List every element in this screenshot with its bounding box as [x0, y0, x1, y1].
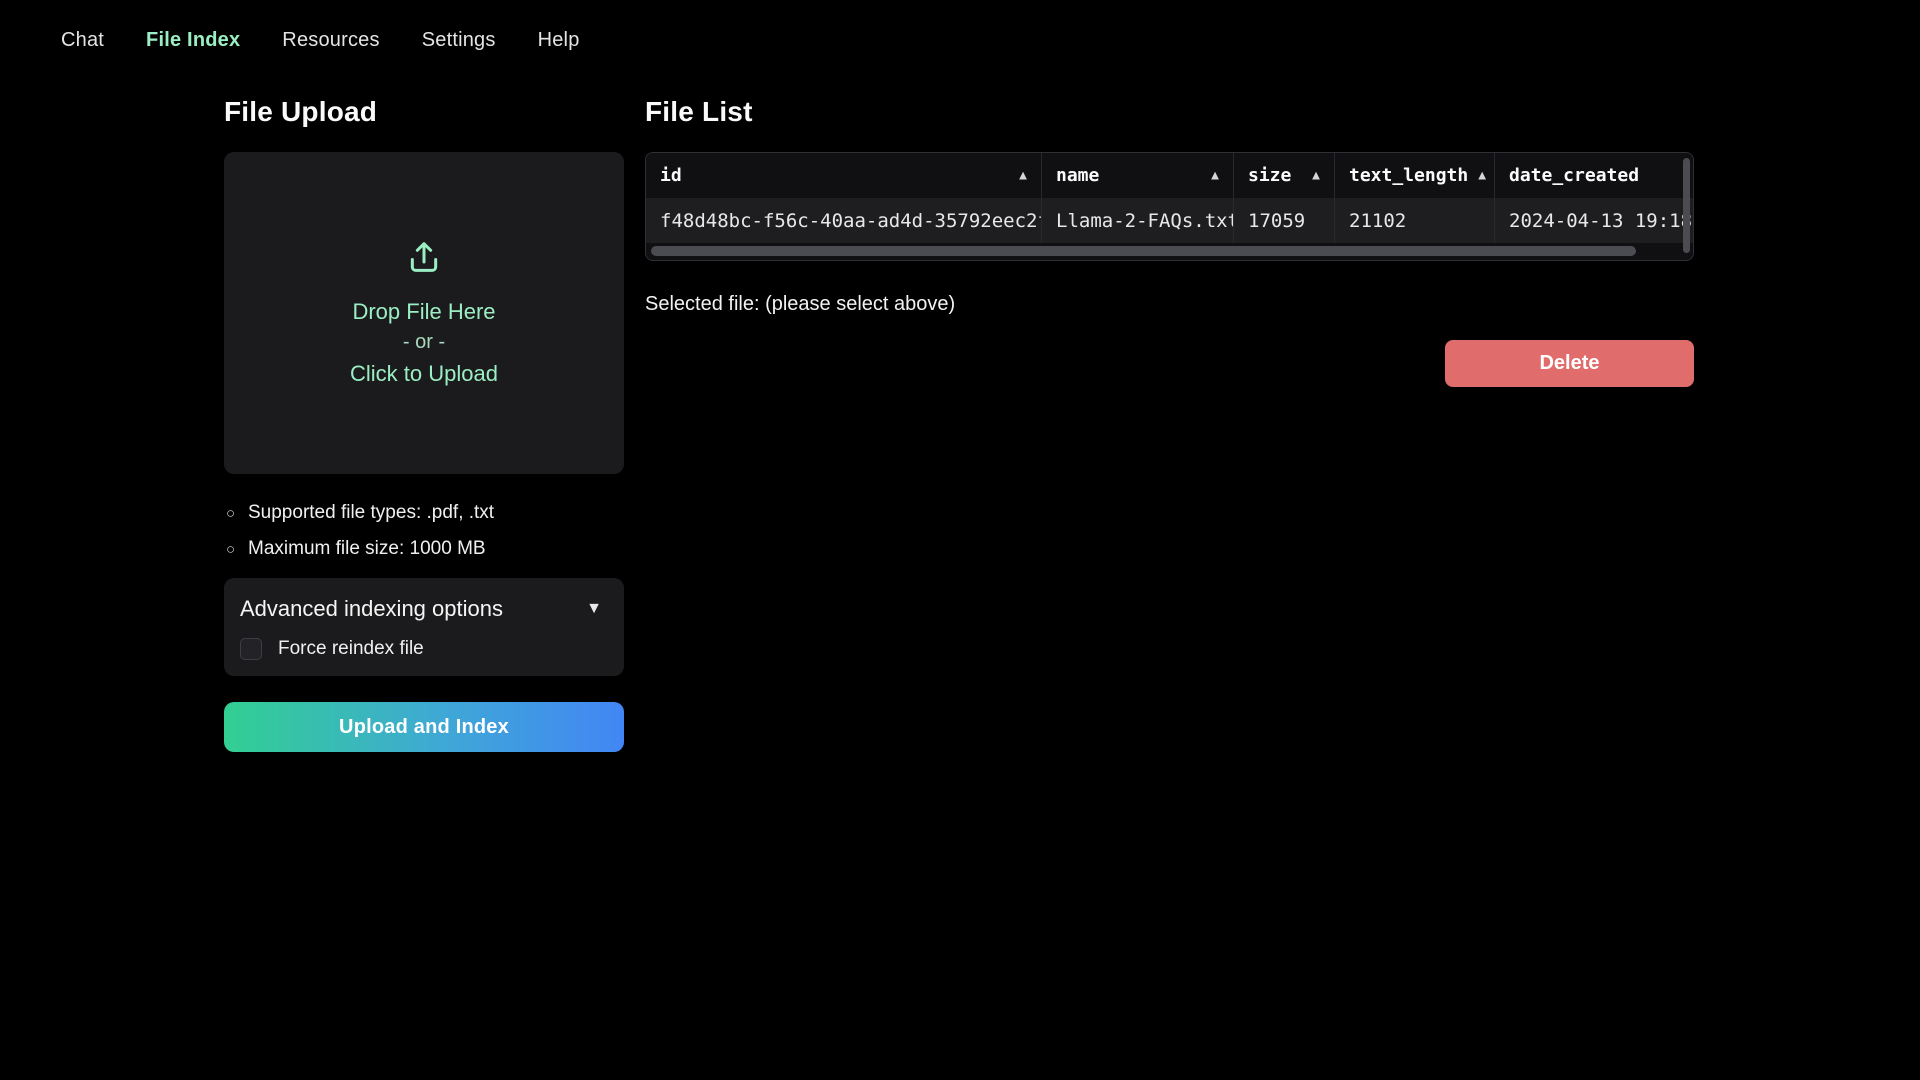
- cell-name[interactable]: Llama-2-FAQs.txt: [1042, 198, 1234, 243]
- column-header-date-created[interactable]: date_created: [1495, 153, 1693, 198]
- cell-date-created[interactable]: 2024-04-13 19:18:: [1495, 198, 1693, 243]
- column-label: date_created: [1509, 165, 1639, 186]
- tab-resources[interactable]: Resources: [282, 24, 379, 56]
- chevron-down-icon: ▼: [586, 600, 608, 618]
- tab-help[interactable]: Help: [538, 24, 580, 56]
- file-upload-panel: File Upload Drop File Here - or - Click …: [224, 96, 624, 752]
- force-reindex-row[interactable]: Force reindex file: [240, 638, 608, 660]
- tab-settings[interactable]: Settings: [422, 24, 496, 56]
- bullet-icon: ○: [224, 505, 248, 522]
- cell-id[interactable]: f48d48bc-f56c-40aa-ad4d-35792eec2f5b: [646, 198, 1042, 243]
- delete-button[interactable]: Delete: [1445, 340, 1694, 387]
- upload-icon: [404, 237, 444, 282]
- horizontal-scrollbar-track[interactable]: [646, 243, 1693, 260]
- table-row[interactable]: f48d48bc-f56c-40aa-ad4d-35792eec2f5b Lla…: [646, 198, 1693, 243]
- advanced-options-accordion: Advanced indexing options ▼ Force reinde…: [224, 578, 624, 676]
- file-list-panel: File List id ▲ name ▲ size ▲ text_length: [645, 96, 1694, 387]
- upload-notes: ○ Supported file types: .pdf, .txt ○ Max…: [224, 502, 624, 560]
- or-text: - or -: [403, 327, 445, 358]
- bullet-icon: ○: [224, 541, 248, 558]
- tab-file-index[interactable]: File Index: [146, 24, 240, 56]
- table-header-row: id ▲ name ▲ size ▲ text_length ▲ date_cr…: [646, 153, 1693, 198]
- delete-button-row: Delete: [645, 340, 1694, 387]
- column-header-name[interactable]: name ▲: [1042, 153, 1234, 198]
- sort-asc-icon[interactable]: ▲: [1019, 168, 1027, 183]
- column-label: name: [1056, 165, 1099, 186]
- column-header-size[interactable]: size ▲: [1234, 153, 1335, 198]
- click-to-upload-link[interactable]: Click to Upload: [350, 358, 498, 389]
- note-text: Supported file types: .pdf, .txt: [248, 502, 494, 524]
- sort-asc-icon[interactable]: ▲: [1312, 168, 1320, 183]
- cell-size[interactable]: 17059: [1234, 198, 1335, 243]
- tab-chat[interactable]: Chat: [61, 24, 104, 56]
- top-nav: Chat File Index Resources Settings Help: [61, 24, 580, 56]
- file-upload-title: File Upload: [224, 96, 624, 128]
- note-supported-types: ○ Supported file types: .pdf, .txt: [224, 502, 624, 524]
- force-reindex-checkbox[interactable]: [240, 638, 262, 660]
- cell-text-length[interactable]: 21102: [1335, 198, 1495, 243]
- advanced-options-header[interactable]: Advanced indexing options ▼: [240, 596, 608, 622]
- file-table: id ▲ name ▲ size ▲ text_length ▲ date_cr…: [645, 152, 1694, 261]
- sort-asc-icon[interactable]: ▲: [1211, 168, 1219, 183]
- file-list-title: File List: [645, 96, 1694, 128]
- force-reindex-label: Force reindex file: [278, 638, 424, 660]
- column-label: text_length: [1349, 165, 1468, 186]
- column-header-text-length[interactable]: text_length ▲: [1335, 153, 1495, 198]
- column-label: size: [1248, 165, 1291, 186]
- drop-file-here-text: Drop File Here: [352, 296, 495, 327]
- vertical-scrollbar-thumb[interactable]: [1683, 158, 1690, 253]
- horizontal-scrollbar-thumb[interactable]: [651, 246, 1636, 256]
- note-max-size: ○ Maximum file size: 1000 MB: [224, 538, 624, 560]
- file-dropzone[interactable]: Drop File Here - or - Click to Upload: [224, 152, 624, 474]
- column-header-id[interactable]: id ▲: [646, 153, 1042, 198]
- sort-asc-icon[interactable]: ▲: [1478, 168, 1486, 183]
- upload-and-index-button[interactable]: Upload and Index: [224, 702, 624, 752]
- column-label: id: [660, 165, 682, 186]
- advanced-options-title: Advanced indexing options: [240, 596, 503, 622]
- selected-file-status: Selected file: (please select above): [645, 293, 1694, 316]
- note-text: Maximum file size: 1000 MB: [248, 538, 486, 560]
